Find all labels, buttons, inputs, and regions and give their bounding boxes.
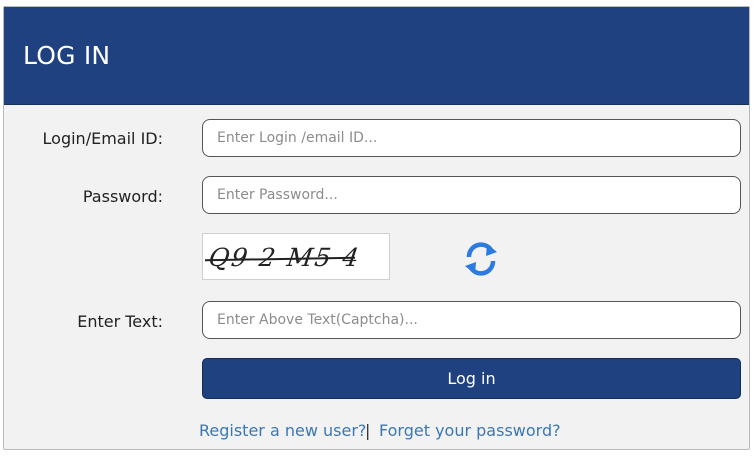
refresh-captcha-button[interactable] [460,239,502,279]
register-link[interactable]: Register a new user? [199,421,366,440]
login-label: Login/Email ID: [42,129,163,148]
refresh-icon [465,242,497,276]
password-input[interactable] [202,176,741,214]
forgot-password-link[interactable]: Forget your password? [379,421,561,440]
captcha-image: Q9 2 M5 4 [202,233,390,280]
panel-header: LOG IN [4,7,749,105]
login-email-input[interactable] [202,119,741,157]
page-title: LOG IN [23,41,111,70]
login-panel: LOG IN Login/Email ID: Password: Q9 2 M5… [3,6,750,450]
password-label: Password: [82,187,163,206]
captcha-label: Enter Text: [77,312,163,331]
link-separator: | [365,421,371,440]
login-button[interactable]: Log in [202,358,741,399]
captcha-input[interactable] [202,301,741,339]
